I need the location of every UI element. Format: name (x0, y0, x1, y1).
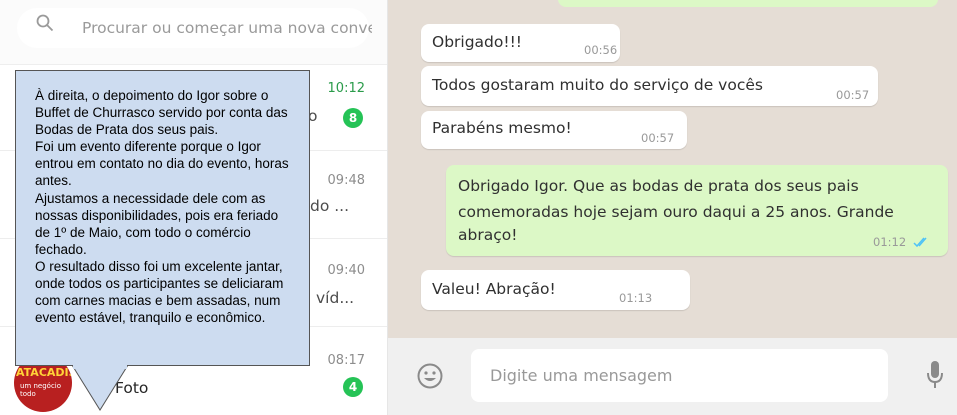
message-time: 00:57 (836, 88, 870, 102)
message-text: Obrigado!!! (432, 33, 523, 51)
message-bubble-incoming[interactable]: Valeu! Abração! 01:13 (421, 270, 690, 310)
message-bubble-incoming[interactable]: Todos gostaram muito do serviço de vocês… (421, 66, 878, 106)
conversation-panel: Obrigado!!! 00:56 Todos gostaram muito d… (388, 0, 957, 415)
microphone-icon[interactable] (925, 360, 945, 390)
message-time: 00:56 (584, 43, 618, 57)
callout-paragraph: Foi um evento diferente porque o Igor en… (35, 139, 289, 189)
message-time: 01:12 (873, 235, 907, 249)
callout-pointer-join (73, 363, 127, 369)
testimonial-callout: À direita, o depoimento do Igor sobre o … (15, 70, 310, 366)
callout-paragraph: À direita, o depoimento do Igor sobre o … (35, 88, 288, 138)
message-text-line: comemoradas hoje sejam ouro daqui a 25 a… (458, 203, 894, 221)
callout-paragraph: Ajustamos a necessidade dele com as noss… (35, 190, 279, 257)
message-text: Todos gostaram muito do serviço de vocês (432, 76, 763, 94)
message-text-line: abraço! (458, 226, 518, 244)
message-text: Parabéns mesmo! (432, 119, 572, 137)
read-ticks-icon (913, 237, 927, 248)
message-bubble-partial (558, 0, 938, 7)
message-bubble-incoming[interactable]: Parabéns mesmo! 00:57 (421, 111, 687, 149)
message-text: Valeu! Abração! (432, 280, 556, 298)
callout-paragraph: O resultado disso foi um excelente janta… (35, 258, 284, 326)
message-time: 00:57 (641, 131, 675, 145)
message-time: 01:13 (619, 291, 653, 305)
message-text-line: Obrigado Igor. Que as bodas de prata dos… (458, 177, 859, 195)
message-bubble-outgoing[interactable]: Obrigado Igor. Que as bodas de prata dos… (446, 165, 948, 256)
message-input-placeholder: Digite uma mensagem (490, 366, 673, 385)
message-bubble-incoming[interactable]: Obrigado!!! 00:56 (421, 24, 620, 62)
emoji-icon[interactable] (417, 363, 443, 389)
